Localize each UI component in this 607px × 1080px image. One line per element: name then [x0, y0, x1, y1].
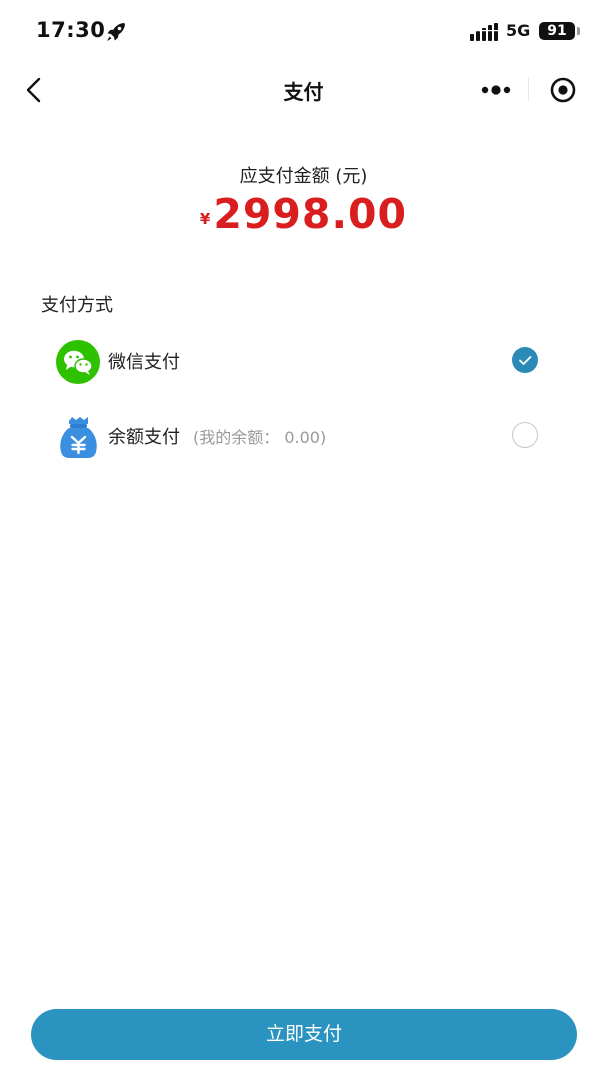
more-icon[interactable] [472, 74, 520, 106]
currency-symbol: ¥ [199, 210, 211, 228]
payment-methods-title: 支付方式 [41, 295, 113, 316]
payment-option-balance[interactable]: 余额支付 (我的余额： 0.00) [50, 409, 550, 459]
payment-option-label: 微信支付 [108, 352, 180, 373]
payment-option-wechat[interactable]: 微信支付 [50, 334, 550, 384]
amount-value: 2998.00 [213, 190, 408, 238]
battery-icon: 91 [539, 22, 575, 40]
status-time: 17:30 [36, 18, 106, 42]
money-bag-icon [60, 417, 97, 458]
radio-checked[interactable] [512, 347, 538, 373]
radio-unchecked[interactable] [512, 422, 538, 448]
close-miniprogram-icon[interactable] [546, 74, 580, 106]
capsule-divider [528, 77, 529, 101]
balance-note: (我的余额： 0.00) [193, 428, 327, 447]
signal-icon [470, 23, 498, 41]
rocket-icon [107, 23, 125, 41]
pay-now-button[interactable]: 立即支付 [31, 1009, 577, 1060]
battery-level: 91 [547, 23, 567, 39]
amount-display: ¥2998.00 [0, 190, 607, 238]
network-type: 5G [506, 21, 531, 40]
wechat-icon [56, 340, 100, 384]
checkmark-icon [519, 356, 532, 365]
amount-label: 应支付金额 (元) [239, 166, 368, 187]
battery-tip [577, 27, 580, 35]
payment-option-label: 余额支付 [108, 427, 180, 448]
status-bar: 17:30 5G 91 [0, 0, 607, 62]
nav-bar: 支付 [0, 62, 607, 116]
